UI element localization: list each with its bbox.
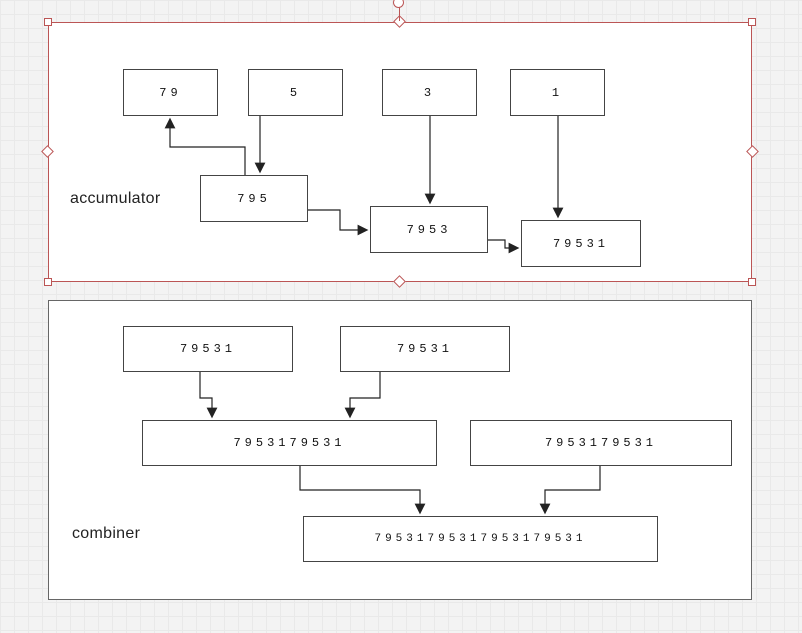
- box-3[interactable]: 3: [382, 69, 477, 116]
- box-7953179531-b[interactable]: 7953179531: [470, 420, 732, 466]
- box-79531-b[interactable]: 79531: [340, 326, 510, 372]
- box-final[interactable]: 79531795317953179531: [303, 516, 658, 562]
- selection-handle[interactable]: [748, 278, 756, 286]
- box-79531-a[interactable]: 79531: [123, 326, 293, 372]
- box-79[interactable]: 79: [123, 69, 218, 116]
- rotation-stem: [399, 7, 400, 21]
- selection-handle[interactable]: [44, 278, 52, 286]
- accumulator-label: accumulator: [70, 190, 160, 208]
- box-5[interactable]: 5: [248, 69, 343, 116]
- box-1[interactable]: 1: [510, 69, 605, 116]
- combiner-label: combiner: [72, 525, 140, 543]
- box-79531[interactable]: 79531: [521, 220, 641, 267]
- box-795[interactable]: 795: [200, 175, 308, 222]
- selection-handle[interactable]: [44, 18, 52, 26]
- box-7953179531-a[interactable]: 7953179531: [142, 420, 437, 466]
- selection-handle[interactable]: [748, 18, 756, 26]
- box-7953[interactable]: 7953: [370, 206, 488, 253]
